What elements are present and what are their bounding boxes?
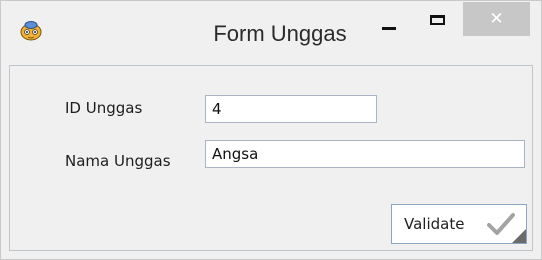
- window-title: Form Unggas: [213, 21, 347, 46]
- close-icon: ✕: [489, 9, 504, 29]
- id-unggas-field[interactable]: [205, 95, 377, 123]
- form-panel: ID Unggas Nama Unggas Validate: [9, 65, 533, 251]
- nama-unggas-label: Nama Unggas: [65, 152, 171, 170]
- maximize-button[interactable]: [419, 3, 455, 37]
- corner-grip-icon: [512, 229, 526, 243]
- title-bar[interactable]: Form Unggas ✕: [1, 1, 541, 55]
- maximize-icon: [429, 15, 445, 25]
- close-button[interactable]: ✕: [463, 2, 530, 36]
- form-window: Form Unggas ✕ ID Unggas Nama Unggas Vali…: [0, 0, 542, 260]
- minimize-button[interactable]: [369, 7, 409, 41]
- nama-unggas-field[interactable]: [205, 140, 525, 168]
- minimize-icon: [382, 26, 396, 30]
- id-unggas-label: ID Unggas: [65, 99, 143, 117]
- validate-button-label: Validate: [404, 215, 465, 233]
- validate-button[interactable]: Validate: [391, 204, 527, 244]
